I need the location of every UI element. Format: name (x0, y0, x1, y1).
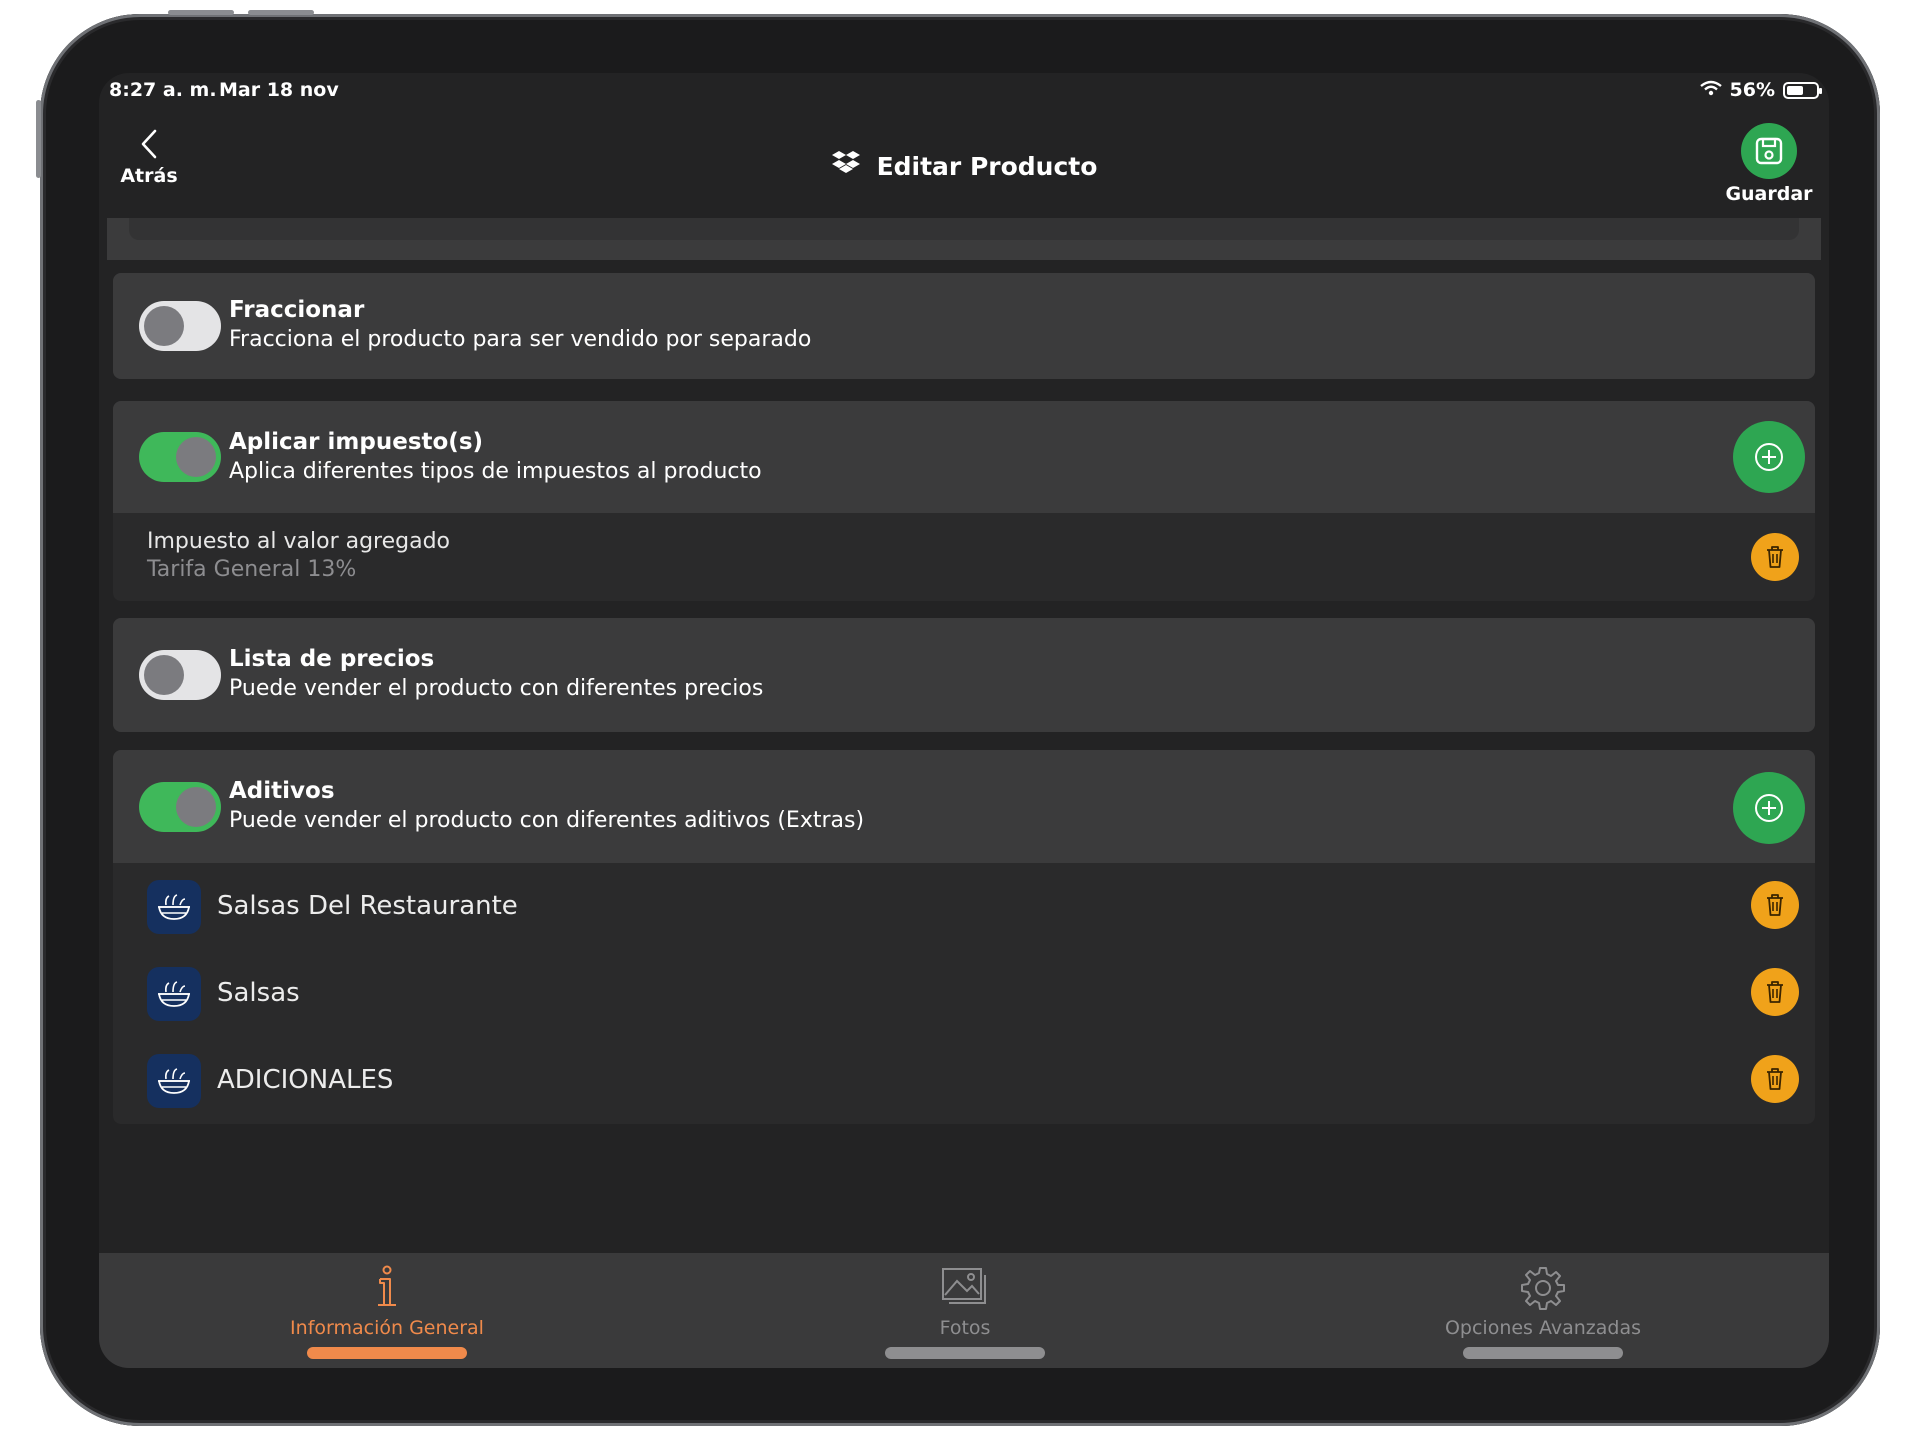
section-title: Lista de precios (229, 646, 435, 672)
screen: 8:27 a. m. Mar 18 nov 56% Atrás Editar P… (99, 73, 1829, 1368)
fraccionar-toggle[interactable] (139, 301, 221, 351)
section-text: Lista de precios Puede vender el product… (229, 646, 763, 701)
delete-additive-button[interactable] (1751, 968, 1799, 1016)
save-button[interactable]: Guardar (1721, 123, 1817, 205)
section-text: Fraccionar Fracciona el producto para se… (229, 297, 811, 352)
add-additive-button[interactable] (1733, 772, 1805, 844)
plus-circle-icon (1755, 443, 1783, 471)
toggle-knob (176, 437, 216, 477)
section-subtitle: Fracciona el producto para ser vendido p… (229, 327, 812, 352)
tax-rate: Tarifa General 13% (147, 557, 357, 582)
product-box-icon (831, 149, 861, 183)
section-header: Lista de precios Puede vender el product… (113, 618, 1815, 732)
active-tab-indicator (307, 1347, 467, 1359)
battery-percent: 56% (1729, 79, 1775, 101)
precios-toggle[interactable] (139, 650, 221, 700)
trash-icon (1767, 546, 1783, 568)
tab-label: Fotos (939, 1317, 991, 1339)
save-label: Guardar (1725, 183, 1813, 205)
section-text: Aditivos Puede vender el producto con di… (229, 778, 864, 833)
trash-icon (1767, 894, 1783, 916)
wifi-icon (1699, 79, 1722, 101)
tab-indicator (1463, 1347, 1623, 1359)
section-subtitle: Aplica diferentes tipos de impuestos al … (229, 459, 762, 484)
delete-additive-button[interactable] (1751, 881, 1799, 929)
status-right: 56% (1699, 79, 1822, 101)
impuestos-toggle[interactable] (139, 432, 221, 482)
delete-tax-button[interactable] (1751, 533, 1799, 581)
toggle-knob (176, 787, 216, 827)
section-subtitle: Puede vender el producto con diferentes … (229, 676, 764, 701)
previous-section-inner (129, 218, 1799, 240)
content-area: Fraccionar Fracciona el producto para se… (107, 218, 1821, 1258)
section-header: Aplicar impuesto(s) Aplica diferentes ti… (113, 401, 1815, 513)
section-subtitle: Puede vender el producto con diferentes … (229, 808, 865, 833)
additive-label: Salsas (217, 978, 300, 1008)
section-fraccionar: Fraccionar Fracciona el producto para se… (113, 273, 1815, 379)
page-title: Editar Producto (99, 149, 1829, 183)
toggle-knob (144, 655, 184, 695)
toggle-knob (144, 306, 184, 346)
status-date: Mar 18 nov (219, 79, 339, 101)
trash-icon (1767, 1068, 1783, 1090)
tab-fotos[interactable]: Fotos (785, 1263, 1145, 1359)
delete-additive-button[interactable] (1751, 1055, 1799, 1103)
info-icon (207, 1263, 567, 1313)
title-text: Editar Producto (876, 151, 1098, 181)
hardware-button-side (36, 100, 41, 178)
tab-informacion-general[interactable]: Información General (207, 1263, 567, 1359)
section-title: Fraccionar (229, 297, 365, 323)
section-lista-precios: Lista de precios Puede vender el product… (113, 618, 1815, 732)
additive-label: ADICIONALES (217, 1065, 394, 1095)
section-header: Fraccionar Fracciona el producto para se… (113, 273, 1815, 379)
hardware-button-top-2 (248, 10, 314, 15)
aditivos-toggle[interactable] (139, 782, 221, 832)
tab-label: Información General (290, 1317, 484, 1339)
tax-item: Impuesto al valor agregado Tarifa Genera… (113, 513, 1815, 601)
save-circle (1741, 123, 1797, 179)
section-impuestos: Aplicar impuesto(s) Aplica diferentes ti… (113, 401, 1815, 601)
additive-item: Salsas (113, 950, 1815, 1037)
bowl-icon (147, 1054, 201, 1108)
tab-indicator (885, 1347, 1045, 1359)
nav-bar: Atrás Editar Producto Guardar (99, 109, 1829, 219)
tab-bar: Información General Fotos Opciones Avanz… (99, 1253, 1829, 1368)
battery-fill (1787, 85, 1803, 95)
bowl-icon (147, 880, 201, 934)
previous-section-edge (107, 218, 1821, 260)
section-aditivos: Aditivos Puede vender el producto con di… (113, 750, 1815, 1124)
bowl-icon (147, 967, 201, 1021)
trash-icon (1767, 981, 1783, 1003)
additive-label: Salsas Del Restaurante (217, 891, 518, 921)
add-tax-button[interactable] (1733, 421, 1805, 493)
battery-icon (1783, 81, 1822, 99)
photos-icon (785, 1263, 1145, 1313)
additive-item: ADICIONALES (113, 1037, 1815, 1124)
tab-label: Opciones Avanzadas (1444, 1317, 1642, 1339)
tab-opciones-avanzadas[interactable]: Opciones Avanzadas (1363, 1263, 1723, 1359)
gear-icon (1363, 1263, 1723, 1313)
plus-circle-icon (1755, 794, 1783, 822)
floppy-disk-icon (1755, 137, 1783, 165)
status-bar: 8:27 a. m. Mar 18 nov 56% (99, 73, 1829, 109)
section-title: Aditivos (229, 778, 335, 804)
additive-item: Salsas Del Restaurante (113, 863, 1815, 950)
hardware-button-top-1 (168, 10, 234, 15)
section-title: Aplicar impuesto(s) (229, 429, 484, 455)
section-text: Aplicar impuesto(s) Aplica diferentes ti… (229, 429, 762, 484)
status-time: 8:27 a. m. (109, 79, 217, 101)
tax-name: Impuesto al valor agregado (147, 529, 451, 554)
section-header: Aditivos Puede vender el producto con di… (113, 750, 1815, 863)
